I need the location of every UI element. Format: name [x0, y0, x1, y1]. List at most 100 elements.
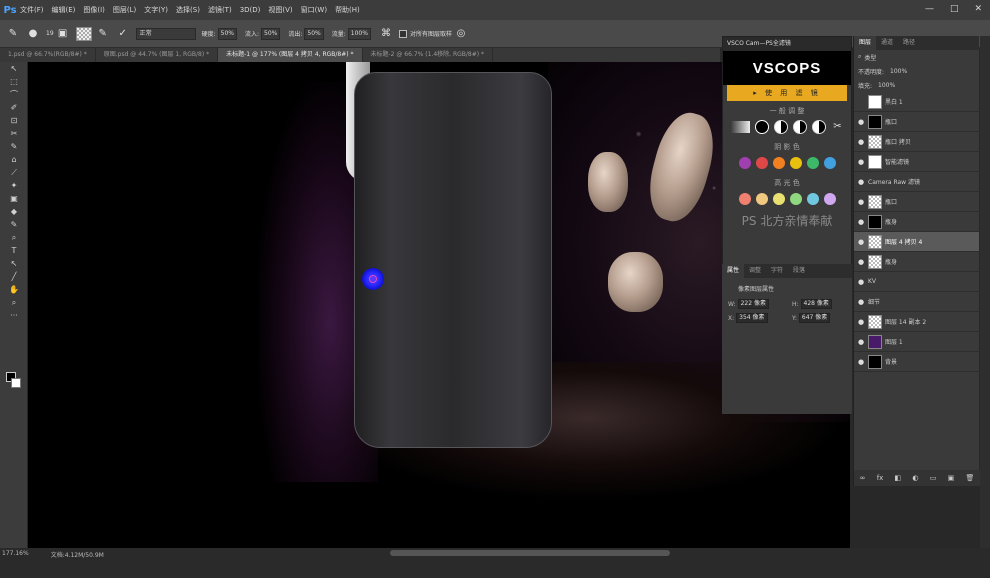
layer-row[interactable]: 黑白 1: [854, 92, 979, 112]
pattern-option-icon[interactable]: ✎: [96, 27, 110, 41]
shadow-swatch-6[interactable]: [823, 157, 836, 169]
highlight-swatch-6[interactable]: [823, 193, 836, 205]
brush-preset-icon[interactable]: ●: [26, 27, 40, 41]
layer-row[interactable]: ● 瓶口: [854, 192, 979, 212]
layer-row[interactable]: ● 图层 4 拷贝 4: [854, 232, 979, 252]
x-input[interactable]: 354 像素: [736, 313, 768, 323]
layer-row[interactable]: ● Camera Raw 滤镜: [854, 172, 979, 192]
layer-row[interactable]: ● 智能滤镜: [854, 152, 979, 172]
eye-icon[interactable]: ●: [854, 178, 868, 186]
levels-icon[interactable]: [729, 121, 750, 133]
layer-row[interactable]: ● 瓶身: [854, 212, 979, 232]
new-layer-icon[interactable]: ▣: [948, 474, 955, 482]
line-tool-icon[interactable]: ╱: [0, 270, 28, 283]
menu-select[interactable]: 选择(S): [176, 5, 200, 15]
menu-3d[interactable]: 3D(D): [240, 6, 261, 14]
path-select-tool-icon[interactable]: ↖: [0, 257, 28, 270]
move-tool-icon[interactable]: ↖: [0, 62, 28, 75]
layer-row[interactable]: ● 瓶口 拷贝: [854, 132, 979, 152]
menu-edit[interactable]: 编辑(E): [52, 5, 76, 15]
dodge-tool-icon[interactable]: ⌕: [0, 231, 28, 244]
tab-paragraph[interactable]: 段落: [788, 264, 810, 278]
height-input[interactable]: 428 像素: [800, 299, 832, 309]
background-color[interactable]: [11, 378, 21, 388]
flow2-value[interactable]: 50%: [304, 27, 324, 40]
strength-value[interactable]: 100%: [347, 27, 371, 40]
eye-icon[interactable]: ●: [854, 358, 868, 366]
eye-icon[interactable]: ●: [854, 258, 868, 266]
pattern-swatch[interactable]: [75, 26, 92, 41]
filter-search-icon[interactable]: ⌕: [858, 53, 861, 61]
tab-doc-1[interactable]: 1.psd @ 66.7%(RGB/8#) *: [0, 48, 96, 62]
y-input[interactable]: 647 像素: [798, 313, 831, 323]
shadow-swatch-4[interactable]: [789, 157, 802, 169]
slice-tool-icon[interactable]: ✂: [0, 127, 28, 140]
eye-icon[interactable]: ●: [854, 338, 868, 346]
quick-select-tool-icon[interactable]: ✐: [0, 101, 28, 114]
eye-icon[interactable]: ●: [854, 118, 868, 126]
highlight-swatch-3[interactable]: [772, 193, 785, 205]
maximize-button[interactable]: □: [950, 4, 959, 14]
tab-channels[interactable]: 通道: [876, 36, 898, 50]
half-tone-icon[interactable]: [773, 120, 788, 134]
menu-help[interactable]: 帮助(H): [335, 5, 360, 15]
horizontal-scrollbar[interactable]: [390, 550, 670, 556]
eye-icon[interactable]: ●: [854, 318, 868, 326]
link-layers-icon[interactable]: ∞: [860, 474, 866, 482]
fill-input[interactable]: 100%: [878, 82, 895, 89]
black-circle-icon[interactable]: [754, 120, 769, 134]
menu-view[interactable]: 视图(V): [268, 5, 292, 15]
width-input[interactable]: 222 像素: [737, 299, 769, 309]
pressure-icon[interactable]: ◎: [454, 27, 468, 41]
tab-layers[interactable]: 图层: [854, 36, 877, 50]
eye-icon[interactable]: ●: [854, 238, 868, 246]
highlight-swatch-2[interactable]: [755, 193, 768, 205]
apply-filter-button[interactable]: ▸ 使 用 滤 镜: [727, 85, 847, 101]
close-button[interactable]: ✕: [974, 4, 982, 14]
tab-paths[interactable]: 路径: [898, 36, 920, 50]
shadow-swatch-3[interactable]: [772, 157, 785, 169]
eye-icon[interactable]: ●: [854, 138, 868, 146]
menu-layer[interactable]: 图层(L): [113, 5, 136, 15]
eye-icon[interactable]: ●: [854, 298, 868, 306]
tab-doc-2[interactable]: 原图.psd @ 44.7% (图层 1, RGB/8) *: [96, 48, 219, 62]
gradient-tool-icon[interactable]: ◆: [0, 205, 28, 218]
minimize-button[interactable]: —: [925, 4, 934, 14]
tab-doc-4[interactable]: 未标题-2 @ 66.7% (1.4移除, RGB/8#) *: [363, 48, 494, 62]
opacity-value[interactable]: 50%: [217, 27, 238, 40]
shadow-swatch-2[interactable]: [755, 157, 768, 169]
tab-properties[interactable]: 属性: [722, 264, 745, 278]
marquee-tool-icon[interactable]: ⬚: [0, 75, 28, 88]
highlight-swatch-4[interactable]: [789, 193, 802, 205]
layer-row[interactable]: ● 瓶身: [854, 252, 979, 272]
zoom-tool-icon[interactable]: ⌕: [0, 296, 28, 309]
shadow-swatch-1[interactable]: [738, 157, 751, 169]
eye-icon[interactable]: ●: [854, 198, 868, 206]
crop-tool-icon[interactable]: ⊡: [0, 114, 28, 127]
pen-tool-icon[interactable]: ✎: [0, 218, 28, 231]
lasso-tool-icon[interactable]: ⌒: [0, 88, 28, 101]
scissors-icon[interactable]: ✂: [831, 120, 845, 134]
menu-type[interactable]: 文字(Y): [144, 5, 168, 15]
airbrush-icon[interactable]: ⌘: [379, 27, 393, 41]
add-mask-icon[interactable]: ◧: [895, 474, 902, 482]
type-tool-icon[interactable]: T: [0, 244, 28, 257]
sample-all-checkbox[interactable]: [398, 29, 407, 38]
brush-tool-icon[interactable]: ⟋: [0, 166, 28, 179]
layer-row[interactable]: ● 细节: [854, 292, 979, 312]
eyedropper-tool-icon[interactable]: ✎: [0, 140, 28, 153]
healing-tool-icon[interactable]: ⌂: [0, 153, 28, 166]
trash-icon[interactable]: 🗑: [965, 474, 974, 482]
mode-dropdown[interactable]: 正常: [135, 27, 196, 40]
eye-icon[interactable]: ●: [854, 158, 868, 166]
more-tools-icon[interactable]: ···: [0, 309, 28, 322]
opacity-input[interactable]: 100%: [890, 68, 907, 75]
fx-icon[interactable]: fx: [877, 474, 884, 482]
tab-adjustments[interactable]: 调整: [744, 264, 766, 278]
flow-value[interactable]: 50%: [261, 27, 281, 40]
layer-row[interactable]: ● 瓶口: [854, 112, 979, 132]
layer-row[interactable]: ● 背景: [854, 352, 979, 372]
tab-character[interactable]: 字符: [766, 264, 788, 278]
hand-tool-icon[interactable]: ✋: [0, 283, 28, 296]
brush-panel-icon[interactable]: ▣: [56, 27, 70, 41]
